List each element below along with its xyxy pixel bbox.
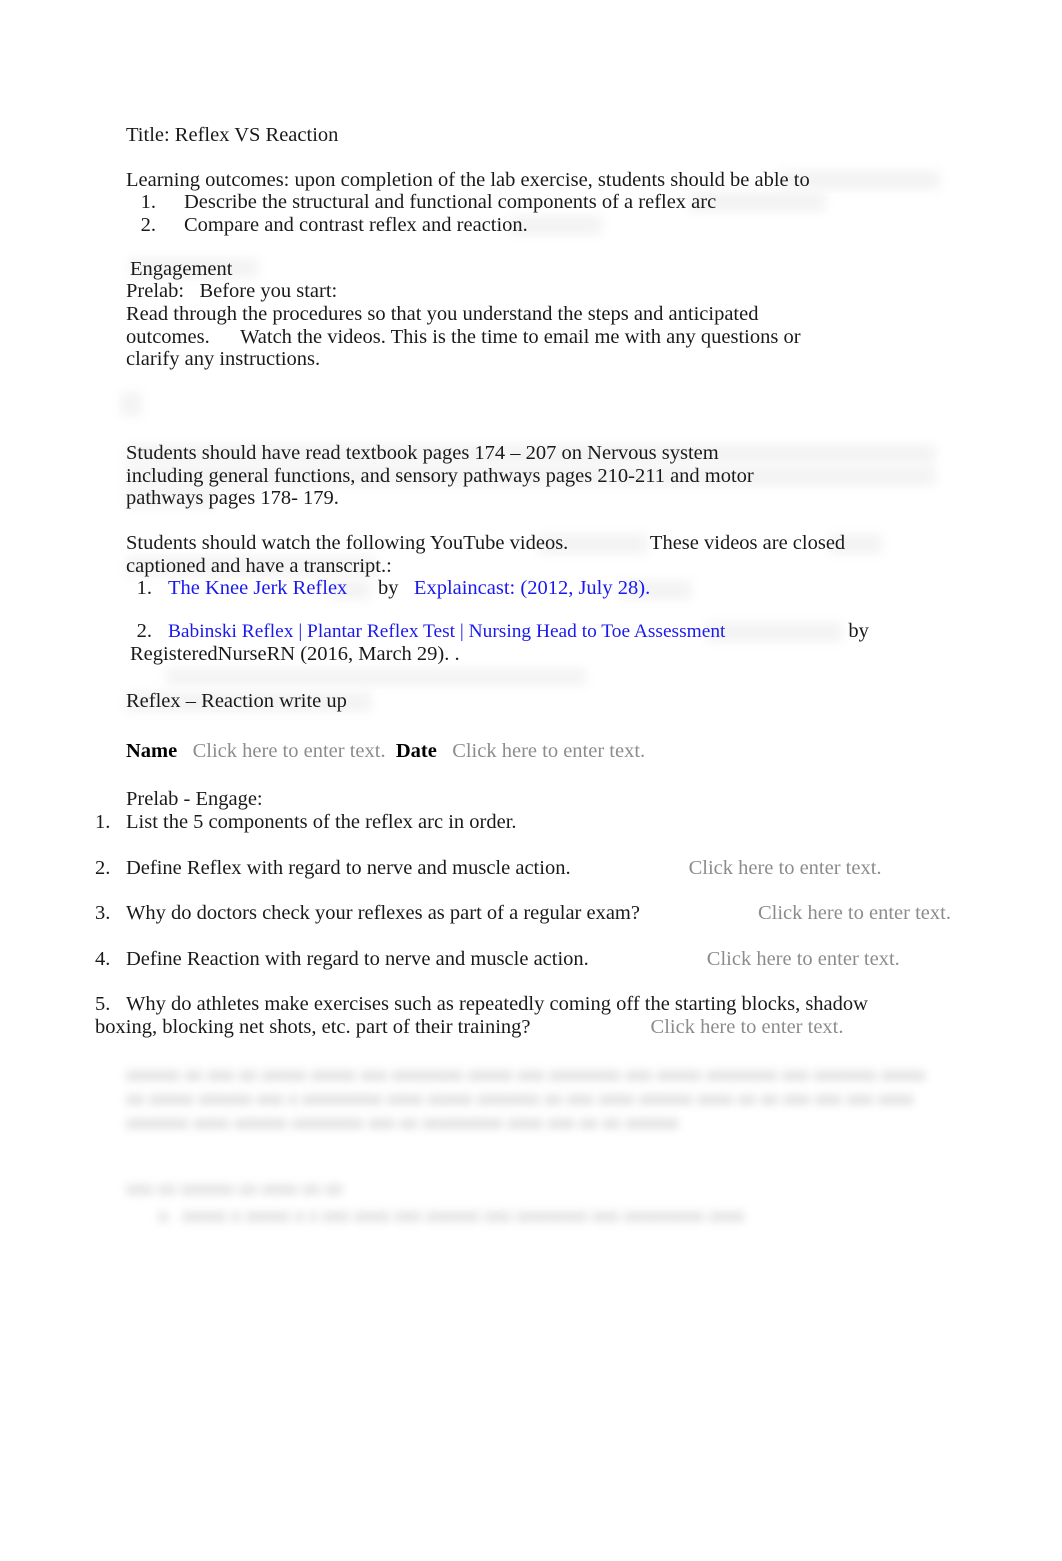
question-text: Define Reflex with regard to nerve and m… [126, 856, 571, 879]
engagement-heading: Engagement [130, 258, 233, 280]
list-item: 1. The Knee Jerk Reflex by Explaincast: … [130, 577, 869, 600]
date-input-placeholder[interactable]: Click here to enter text. [452, 740, 645, 762]
by-label [347, 577, 378, 599]
redacted-heading: aaa aa aaaaaa aa aaaa aa aa [126, 1177, 343, 1199]
date-label: Date [395, 740, 437, 762]
name-label: Name [126, 740, 178, 762]
name-input-placeholder[interactable]: Click here to enter text. [193, 740, 386, 762]
read-through-paragraph: Read through the procedures so that you … [126, 303, 806, 371]
list-marker: 5. [95, 993, 111, 1016]
video-list: 1. The Knee Jerk Reflex by Explaincast: … [130, 577, 869, 686]
redacted-list-item: a. aaaaa a aaaaa a a aaa aaaa aaa aaaaaa… [158, 1204, 744, 1226]
list-marker: 2. [140, 213, 156, 236]
list-item: 2. Babinski Reflex | Plantar Reflex Test… [130, 620, 869, 666]
list-item: 5. Why do athletes make exercises such a… [95, 993, 895, 1038]
document-page: Title: Reflex VS Reaction Learning outco… [0, 0, 1062, 1561]
question-text: Why do doctors check your reflexes as pa… [126, 902, 640, 925]
list-marker: 2. [95, 856, 111, 879]
video-link-babinski-reflex[interactable]: Babinski Reflex | Plantar Reflex Test | … [168, 621, 725, 642]
writeup-heading: Reflex – Reaction write up [126, 690, 347, 712]
by-text: by [848, 619, 869, 642]
answer-input-placeholder[interactable]: Click here to enter text. [689, 857, 882, 879]
shading-band [120, 392, 142, 416]
textbook-reading-note: Students should have read textbook pages… [126, 442, 759, 510]
list-item: 1. List the 5 components of the reflex a… [95, 811, 975, 834]
question-text: List the 5 components of the reflex arc … [126, 811, 517, 833]
list-item: 1. Describe the structural and functiona… [126, 191, 717, 214]
answer-input-placeholder[interactable]: Click here to enter text. [758, 902, 951, 924]
name-date-row: Name Click here to enter text. Date Clic… [126, 740, 645, 763]
list-item: 2. Compare and contrast reflex and react… [126, 214, 716, 237]
question-list: 1. List the 5 components of the reflex a… [95, 811, 975, 1062]
list-item: 3. Why do doctors check your reflexes as… [95, 902, 975, 925]
list-item-label: Compare and contrast reflex and reaction… [184, 213, 528, 236]
redacted-paragraph: aaaaaa aa aaa aa aaaaa aaaaa aaa aaaaaaa… [126, 1063, 931, 1133]
video-source-link-explaincast[interactable]: Explaincast: (2012, July 28). [414, 577, 650, 599]
learning-outcomes-list: 1. Describe the structural and functiona… [126, 191, 717, 237]
list-marker: 1. [95, 811, 111, 833]
prelab-engage-heading: Prelab - Engage: [126, 788, 263, 810]
list-marker: 2. [136, 619, 152, 642]
list-marker: 1. [136, 577, 152, 599]
list-marker: 1. [140, 191, 156, 213]
page-title: Title: Reflex VS Reaction [126, 124, 339, 146]
question-text: Define Reaction with regard to nerve and… [126, 947, 589, 970]
list-item: 2. Define Reflex with regard to nerve an… [95, 857, 975, 880]
answer-input-placeholder[interactable]: Click here to enter text. [707, 948, 900, 970]
learning-outcomes-intro: Learning outcomes: upon completion of th… [126, 169, 810, 191]
list-marker: 3. [95, 902, 111, 925]
video-link-knee-jerk-reflex[interactable]: The Knee Jerk Reflex [168, 577, 347, 599]
by-text: by [378, 577, 399, 599]
prelab-line: Prelab: Before you start: [126, 280, 338, 302]
list-item-label: Describe the structural and functional c… [184, 191, 717, 213]
video-citation: RegisteredNurseRN (2016, March 29). . [130, 643, 460, 666]
answer-input-placeholder[interactable]: Click here to enter text. [651, 1016, 844, 1038]
list-item: 4. Define Reaction with regard to nerve … [95, 948, 975, 971]
list-marker: 4. [95, 947, 111, 970]
youtube-note: Students should watch the following YouT… [126, 532, 851, 577]
